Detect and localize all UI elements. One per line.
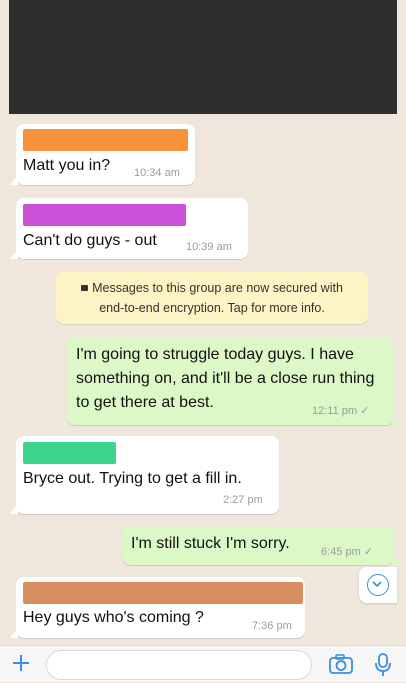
- message-text: Matt you in?: [23, 157, 111, 174]
- message-time: 7:36 pm: [252, 620, 292, 632]
- message-bubble-incoming[interactable]: Hey guys who's coming ? 7:36 pm: [10, 577, 305, 638]
- redacted-sender-name: [23, 442, 116, 464]
- chevron-down-icon: [367, 574, 389, 596]
- message-text: Bryce out. Trying to get a fill in.: [23, 470, 242, 487]
- microphone-icon[interactable]: [373, 652, 393, 678]
- redacted-sender-name: [23, 204, 186, 226]
- message-bubble-incoming[interactable]: Matt you in? 10:34 am: [10, 124, 195, 185]
- redacted-sender-name: [23, 582, 303, 604]
- encryption-notice[interactable]: Messages to this group are now secured w…: [56, 272, 368, 324]
- encryption-notice-line1: Messages to this group are now secured w…: [92, 281, 343, 295]
- plus-icon[interactable]: [10, 652, 32, 674]
- message-text: Can't do guys - out: [23, 232, 157, 249]
- redacted-header: [9, 0, 397, 114]
- message-time: 10:34 am: [134, 167, 180, 179]
- message-time: 6:45 pm ✓: [321, 546, 374, 558]
- message-text: I'm still stuck I'm sorry.: [131, 535, 290, 552]
- message-time: 10:39 am: [186, 241, 232, 253]
- encryption-notice-line2: end-to-end encryption. Tap for more info…: [99, 301, 325, 315]
- message-bubble-outgoing[interactable]: I'm going to struggle today guys. I have…: [67, 337, 400, 425]
- message-text: Hey guys who's coming ?: [23, 609, 204, 626]
- check-icon: ✓: [363, 546, 374, 558]
- redacted-sender-name: [23, 129, 188, 151]
- message-input[interactable]: [46, 650, 312, 680]
- camera-icon[interactable]: [328, 653, 354, 675]
- scroll-to-bottom-button[interactable]: [359, 567, 397, 603]
- message-bubble-incoming[interactable]: Can't do guys - out 10:39 am: [10, 198, 248, 259]
- message-time: 2:27 pm: [223, 494, 263, 506]
- message-time: 12:11 pm ✓: [312, 405, 370, 417]
- lock-icon: [81, 285, 89, 291]
- message-bubble-outgoing[interactable]: I'm still stuck I'm sorry. 6:45 pm ✓: [122, 527, 400, 565]
- check-icon: ✓: [360, 405, 370, 417]
- message-bubble-incoming[interactable]: Bryce out. Trying to get a fill in. 2:27…: [10, 436, 279, 514]
